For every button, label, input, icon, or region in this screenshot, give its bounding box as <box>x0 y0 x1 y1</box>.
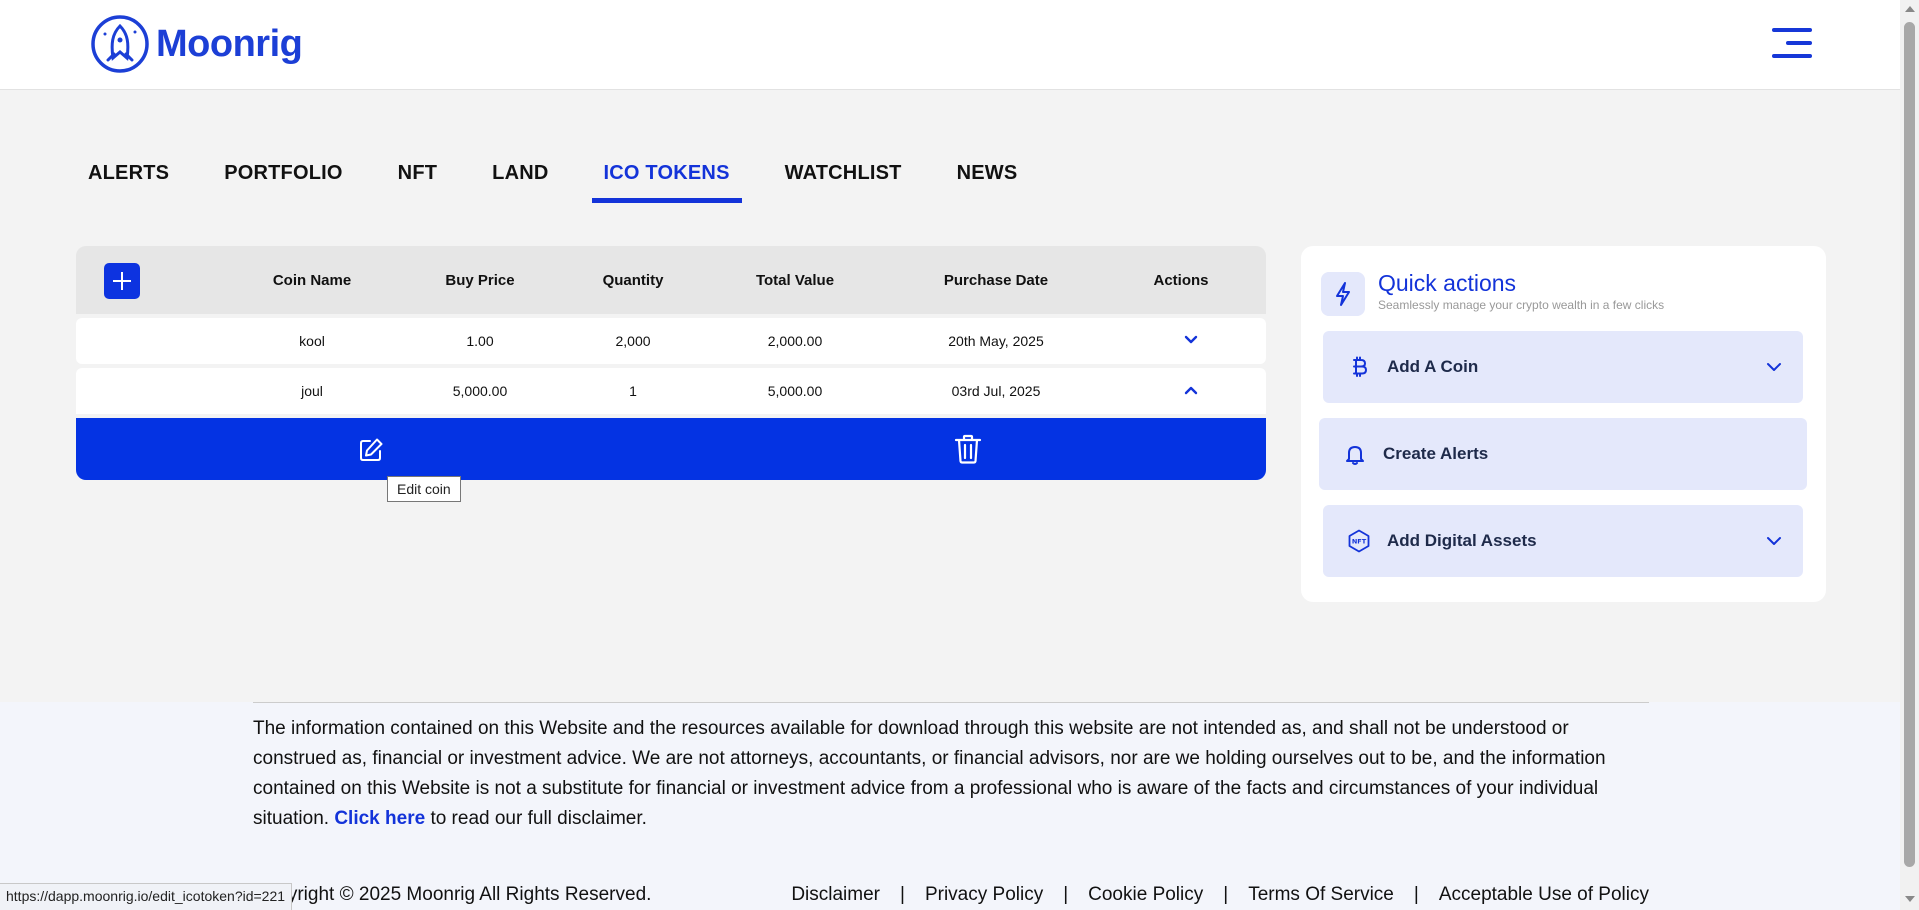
cell-quantity: 2,000 <box>615 333 651 349</box>
footer-divider <box>253 702 1649 703</box>
brand-logo[interactable]: Moonrig <box>90 14 303 74</box>
cell-total-value: 2,000.00 <box>767 333 823 349</box>
table-row: kool 1.00 2,000 2,000.00 20th May, 2025 <box>76 318 1266 364</box>
chevron-down-icon <box>1767 537 1781 545</box>
cell-buy-price: 1.00 <box>466 333 494 349</box>
page-scrollbar[interactable] <box>1900 0 1919 910</box>
quick-actions-subtitle: Seamlessly manage your crypto wealth in … <box>1378 298 1665 312</box>
bell-icon <box>1346 446 1364 465</box>
cell-purchase-date: 20th May, 2025 <box>948 333 1044 349</box>
browser-status-url: https://dapp.moonrig.io/edit_icotoken?id… <box>0 883 293 910</box>
link-separator: | <box>1063 884 1069 905</box>
add-a-coin-button[interactable]: Add A Coin <box>1323 331 1803 403</box>
edit-coin-tooltip: Edit coin <box>387 476 461 502</box>
tab-portfolio[interactable]: PORTFOLIO <box>212 154 354 203</box>
bitcoin-icon <box>1353 356 1368 377</box>
table-header: Coin Name Buy Price Quantity Total Value… <box>76 246 1266 314</box>
add-a-coin-label: Add A Coin <box>1387 357 1479 376</box>
footer-links: Disclaimer | Privacy Policy | Cookie Pol… <box>791 884 1649 906</box>
cell-coin-name: joul <box>301 383 323 399</box>
chevron-up-icon[interactable] <box>1183 382 1199 398</box>
tab-nft[interactable]: NFT <box>386 154 449 203</box>
add-digital-assets-button[interactable]: NFT Add Digital Assets <box>1323 505 1803 577</box>
tab-ico-tokens[interactable]: ICO TOKENS <box>591 154 742 203</box>
row-actions-bar <box>76 418 1266 480</box>
tab-land[interactable]: LAND <box>480 154 560 203</box>
scrollbar-thumb[interactable] <box>1904 22 1915 867</box>
cell-total-value: 5,000.00 <box>767 383 823 399</box>
column-header: Coin Name <box>272 272 352 289</box>
cell-quantity: 1 <box>629 383 637 399</box>
top-header: Moonrig <box>0 0 1900 90</box>
tab-news[interactable]: NEWS <box>945 154 1030 203</box>
chevron-down-icon[interactable] <box>1183 332 1199 348</box>
scroll-down-arrow[interactable] <box>1905 896 1915 902</box>
cookie-policy-link[interactable]: Cookie Policy <box>1088 884 1203 906</box>
nft-icon: NFT <box>1348 529 1370 553</box>
edit-icon[interactable] <box>358 437 384 463</box>
column-header: Purchase Date <box>943 272 1049 289</box>
link-separator: | <box>1223 884 1229 905</box>
add-token-button[interactable] <box>104 263 140 299</box>
moonrig-logo-icon <box>91 15 149 73</box>
tab-watchlist[interactable]: WATCHLIST <box>773 154 914 203</box>
column-header: Quantity <box>602 272 664 289</box>
disclaimer-text: The information contained on this Websit… <box>253 718 1606 829</box>
acceptable-use-link[interactable]: Acceptable Use of Policy <box>1439 884 1649 906</box>
click-here-link[interactable]: Click here <box>334 808 425 829</box>
disclaimer-link[interactable]: Disclaimer <box>791 884 880 906</box>
create-alerts-button[interactable]: Create Alerts <box>1319 418 1807 490</box>
quick-actions-panel: Quick actions Seamlessly manage your cry… <box>1301 246 1826 602</box>
create-alerts-label: Create Alerts <box>1383 444 1489 463</box>
svg-text:NFT: NFT <box>1352 538 1367 546</box>
trash-icon[interactable] <box>954 434 982 464</box>
brand-name: Moonrig <box>156 22 303 65</box>
privacy-policy-link[interactable]: Privacy Policy <box>925 884 1043 906</box>
scroll-up-arrow[interactable] <box>1905 6 1915 12</box>
cell-coin-name: kool <box>299 333 325 349</box>
section-tabs: ALERTS PORTFOLIO NFT LAND ICO TOKENS WAT… <box>76 154 1060 203</box>
column-header: Total Value <box>755 272 835 289</box>
cell-buy-price: 5,000.00 <box>452 383 508 399</box>
link-separator: | <box>1413 884 1419 905</box>
add-digital-assets-label: Add Digital Assets <box>1387 531 1537 550</box>
cell-purchase-date: 03rd Jul, 2025 <box>951 383 1041 399</box>
column-header: Buy Price <box>445 272 515 289</box>
tab-alerts[interactable]: ALERTS <box>76 154 181 203</box>
site-footer: The information contained on this Websit… <box>0 702 1900 910</box>
link-separator: | <box>900 884 905 905</box>
ico-tokens-table: Coin Name Buy Price Quantity Total Value… <box>76 246 1266 480</box>
menu-icon[interactable] <box>1772 28 1812 60</box>
column-header: Actions <box>1153 272 1209 289</box>
copyright-text: Copyright © 2025 Moonrig All Rights Rese… <box>253 884 652 905</box>
chevron-down-icon <box>1767 363 1781 371</box>
terms-of-service-link[interactable]: Terms Of Service <box>1248 884 1394 906</box>
table-row: joul 5,000.00 1 5,000.00 03rd Jul, 2025 <box>76 368 1266 414</box>
quick-actions-title: Quick actions <box>1378 270 1517 296</box>
lightning-icon <box>1321 272 1365 316</box>
